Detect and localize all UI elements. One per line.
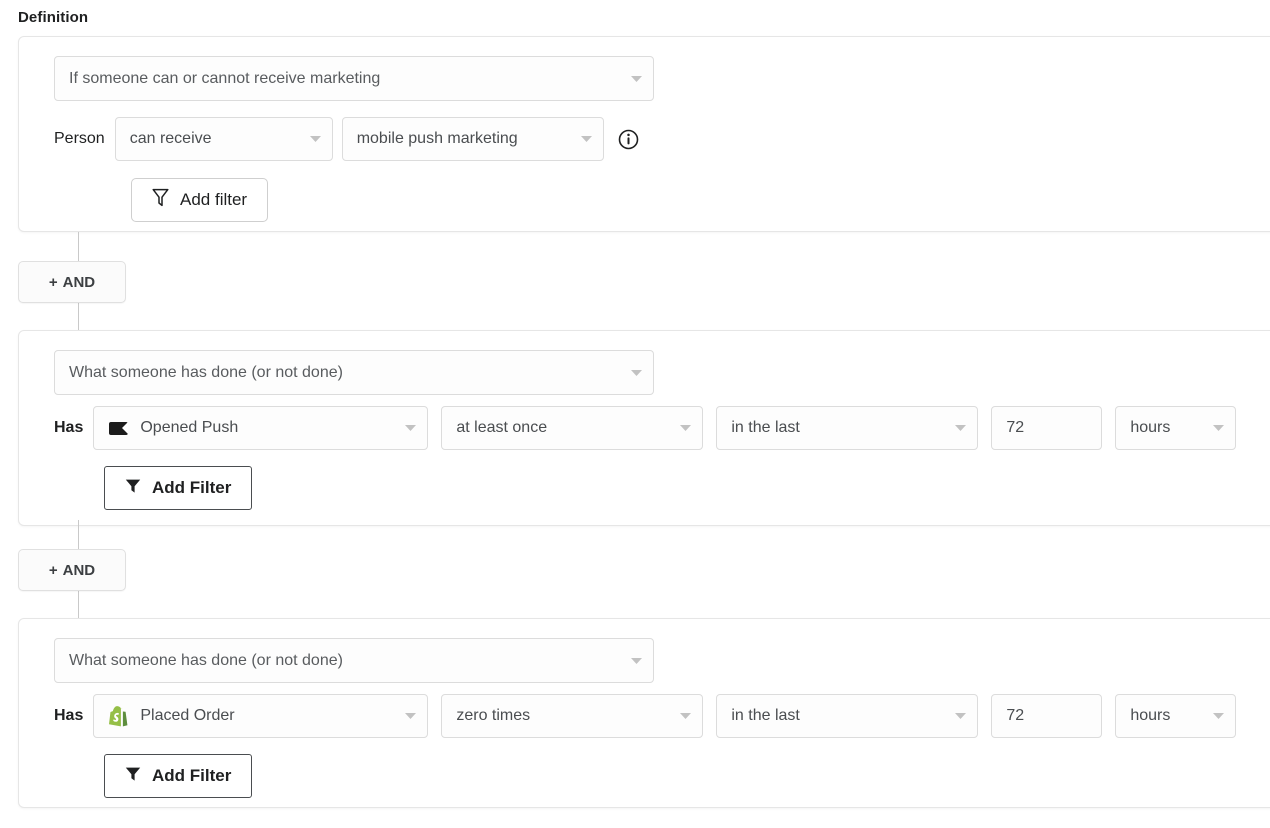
timeframe-select-3[interactable]: in the last [716, 694, 979, 738]
timeframe-select-2[interactable]: in the last [716, 406, 979, 450]
chevron-down-icon [1204, 712, 1225, 720]
has-prefix-label-3: Has [54, 707, 84, 724]
plus-icon: + [48, 561, 58, 579]
amount-value-2: 72 [1006, 419, 1025, 436]
add-and-condition-button-2[interactable]: + AND [18, 549, 126, 591]
event-condition-row-3: Has Placed Order zero times in the last … [54, 694, 1237, 738]
and-label-1: AND [62, 273, 96, 291]
chevron-down-icon [295, 135, 322, 143]
add-filter-label-3: Add Filter [152, 766, 232, 785]
condition-type-value-3: What someone has done (or not done) [69, 651, 343, 669]
frequency-select-2[interactable]: at least once [441, 406, 704, 450]
metric-value-3: Placed Order [140, 707, 235, 724]
add-filter-label-1: Add filter [180, 190, 248, 209]
has-prefix-label-2: Has [54, 419, 84, 436]
add-filter-row-2: Add Filter [104, 466, 253, 510]
add-and-condition-button-1[interactable]: + AND [18, 261, 126, 303]
amount-input-3[interactable]: 72 [991, 694, 1103, 738]
add-filter-row-1: Add filter [131, 178, 269, 222]
metric-value-2: Opened Push [140, 419, 239, 436]
chevron-down-icon [390, 424, 417, 432]
and-label-2: AND [62, 561, 96, 579]
chevron-down-icon [616, 657, 643, 665]
chevron-down-icon [616, 369, 643, 377]
metric-select-3[interactable]: Placed Order [93, 694, 429, 738]
segment-definition-page: Definition If someone can or cannot rece… [0, 0, 1270, 828]
chevron-down-icon [1204, 424, 1225, 432]
condition-card-3: What someone has done (or not done) Has … [18, 618, 1270, 808]
chevron-down-icon [616, 75, 643, 83]
plus-icon: + [48, 273, 58, 291]
filter-solid-icon [125, 766, 141, 787]
add-filter-row-3: Add Filter [104, 754, 253, 798]
consent-state-select[interactable]: can receive [114, 117, 333, 161]
frequency-select-3[interactable]: zero times [441, 694, 704, 738]
filter-solid-icon [125, 478, 141, 499]
consent-state-value: can receive [129, 130, 212, 147]
unit-select-2[interactable]: hours [1115, 406, 1237, 450]
condition-card-2: What someone has done (or not done) Has … [18, 330, 1270, 526]
chevron-down-icon [940, 424, 967, 432]
condition-type-select-2[interactable]: What someone has done (or not done) [54, 350, 654, 395]
timeframe-value-3: in the last [731, 707, 800, 724]
info-circle-icon[interactable] [618, 128, 640, 150]
chevron-down-icon [665, 424, 692, 432]
person-condition-row: Person can receive mobile push marketing [54, 117, 640, 161]
chevron-down-icon [572, 135, 593, 143]
add-filter-label-2: Add Filter [152, 478, 232, 497]
shopify-icon [108, 705, 129, 727]
channel-value: mobile push marketing [356, 130, 518, 147]
chevron-down-icon [940, 712, 967, 720]
unit-value-2: hours [1130, 419, 1171, 436]
add-filter-button-2[interactable]: Add Filter [104, 466, 253, 510]
timeframe-value-2: in the last [731, 419, 800, 436]
person-prefix-label: Person [54, 130, 105, 147]
metric-select-2[interactable]: Opened Push [93, 406, 429, 450]
event-condition-row-2: Has Opened Push at least once in the las… [54, 406, 1237, 450]
condition-card-1: If someone can or cannot receive marketi… [18, 36, 1270, 232]
add-filter-button-1[interactable]: Add filter [131, 178, 269, 222]
condition-type-value-1: If someone can or cannot receive marketi… [69, 69, 381, 87]
add-filter-button-3[interactable]: Add Filter [104, 754, 253, 798]
unit-select-3[interactable]: hours [1115, 694, 1237, 738]
frequency-value-3: zero times [456, 707, 531, 724]
condition-type-select-1[interactable]: If someone can or cannot receive marketi… [54, 56, 654, 101]
unit-value-3: hours [1130, 707, 1171, 724]
chevron-down-icon [390, 712, 417, 720]
push-notification-icon [108, 418, 129, 439]
page-title: Definition [18, 9, 89, 26]
channel-select[interactable]: mobile push marketing [341, 117, 604, 161]
chevron-down-icon [665, 712, 692, 720]
condition-type-value-2: What someone has done (or not done) [69, 363, 343, 381]
filter-outline-icon [152, 188, 169, 212]
amount-value-3: 72 [1006, 707, 1025, 724]
amount-input-2[interactable]: 72 [991, 406, 1103, 450]
frequency-value-2: at least once [456, 419, 548, 436]
condition-type-select-3[interactable]: What someone has done (or not done) [54, 638, 654, 683]
